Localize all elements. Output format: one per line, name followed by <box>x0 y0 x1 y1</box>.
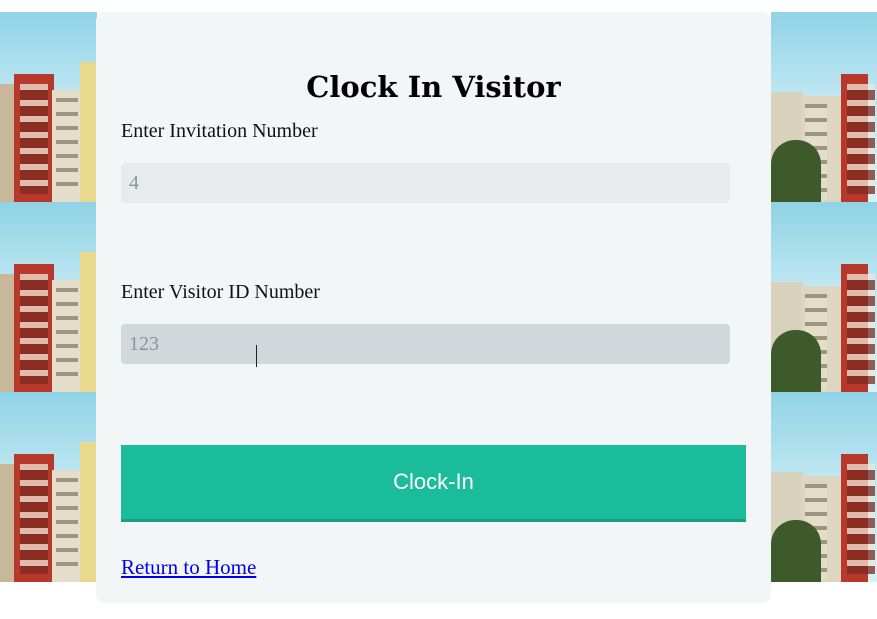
building-photo-tile <box>0 12 97 202</box>
building-photo-tile <box>771 392 877 582</box>
page-title: Clock In Visitor <box>306 70 561 104</box>
visitor-id-label: Enter Visitor ID Number <box>121 281 320 303</box>
return-home-link[interactable]: Return to Home <box>121 555 256 580</box>
text-cursor <box>256 345 257 367</box>
building-photo-tile <box>771 202 877 392</box>
building-photo-tile <box>771 12 877 202</box>
invitation-number-label: Enter Invitation Number <box>121 120 318 142</box>
building-photo-tile <box>0 392 97 582</box>
clock-in-button[interactable]: Clock-In <box>121 445 746 522</box>
invitation-number-input[interactable] <box>121 163 730 203</box>
building-photo-tile <box>0 202 97 392</box>
visitor-id-input[interactable] <box>121 324 730 364</box>
clock-in-card: Clock In Visitor Enter Invitation Number… <box>96 12 771 603</box>
